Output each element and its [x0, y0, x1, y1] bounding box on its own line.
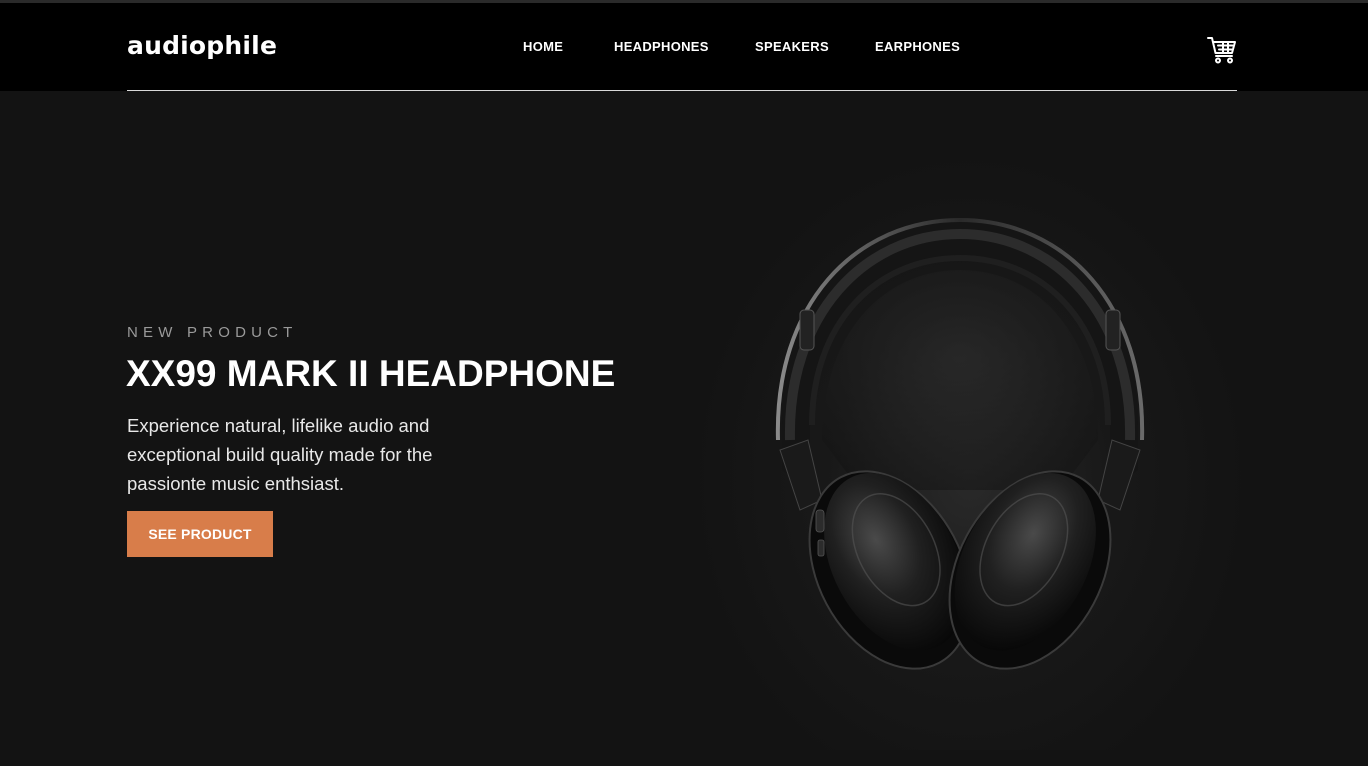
hero-description: Experience natural, lifelike audio and e… [127, 415, 433, 494]
nav-item-headphones[interactable]: HEADPHONES [614, 39, 755, 54]
headphone-image [760, 210, 1160, 680]
header-divider [127, 90, 1237, 91]
hero-title: XX99 MARK II HEADPHONE [126, 353, 616, 394]
main-nav: HOME HEADPHONES SPEAKERS EARPHONES [523, 39, 965, 54]
nav-item-earphones[interactable]: EARPHONES [875, 39, 965, 54]
hero-overline: NEW PRODUCT [127, 324, 298, 341]
nav-item-home[interactable]: HOME [523, 39, 614, 54]
nav-item-speakers[interactable]: SPEAKERS [755, 39, 875, 54]
logo[interactable]: audiophile [127, 31, 277, 60]
see-product-button[interactable]: SEE PRODUCT [127, 511, 273, 557]
site-header: audiophile HOME HEADPHONES SPEAKERS EARP… [0, 3, 1368, 91]
cart-icon[interactable] [1207, 36, 1237, 64]
